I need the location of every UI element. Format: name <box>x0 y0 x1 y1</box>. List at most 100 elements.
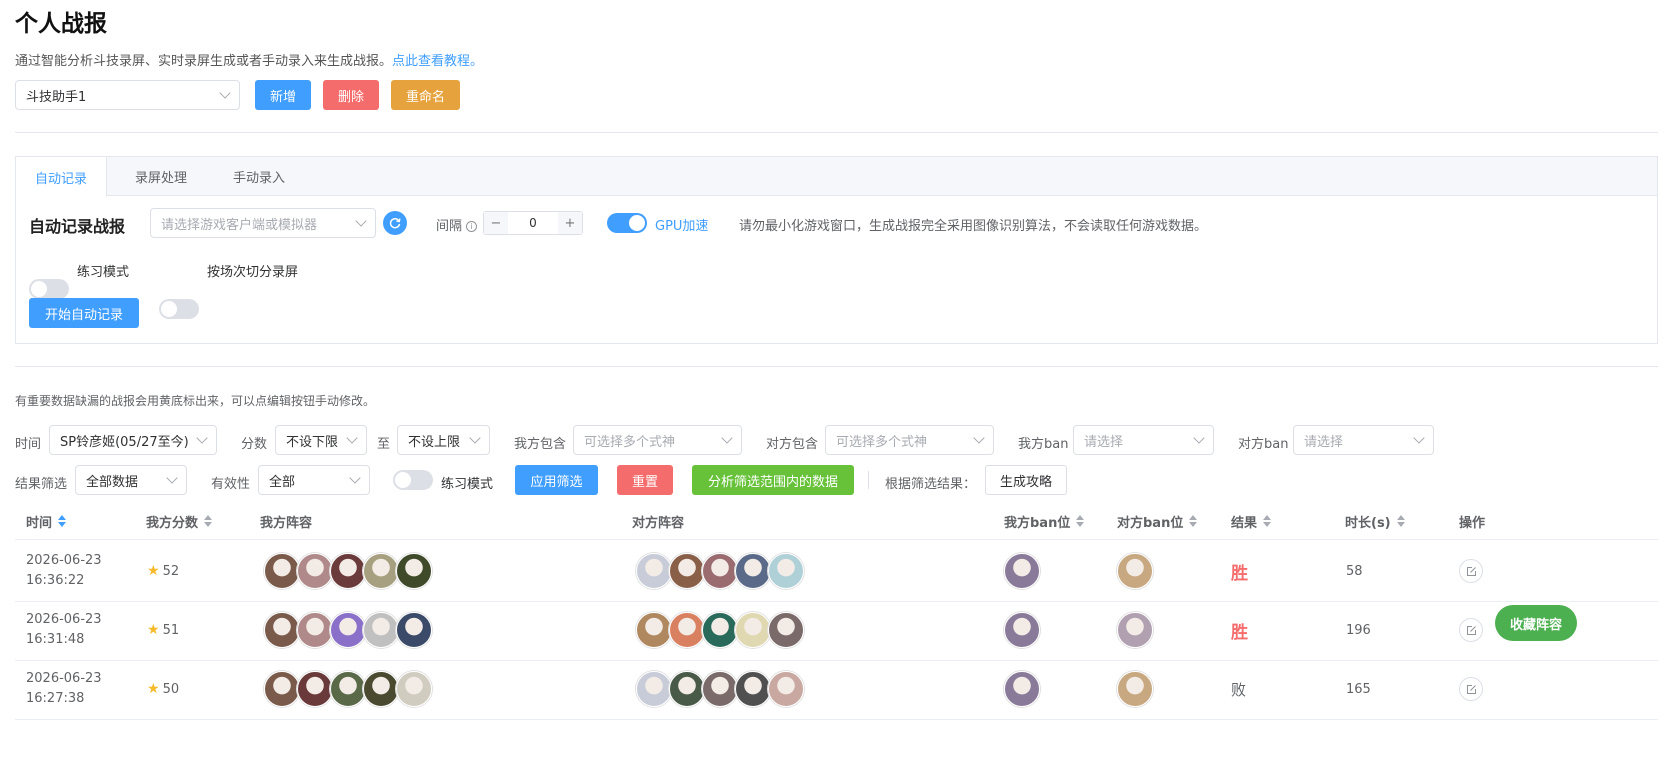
shikigami-avatar[interactable] <box>264 612 300 648</box>
shikigami-avatar[interactable] <box>396 671 432 707</box>
shikigami-avatar[interactable] <box>396 553 432 589</box>
edit-button[interactable] <box>1459 559 1483 583</box>
shikigami-avatar[interactable] <box>297 671 333 707</box>
row-duration: 58 <box>1346 563 1363 579</box>
ban-avatar[interactable] <box>1004 553 1040 589</box>
shikigami-avatar[interactable] <box>669 671 705 707</box>
profile-select[interactable]: 斗技助手1 <box>15 80 240 110</box>
to-label: 至 <box>377 437 391 452</box>
col-time[interactable]: 时间 <box>26 502 67 540</box>
filter-practice-toggle[interactable] <box>393 470 433 490</box>
table-row: 2026-06-23 16:36:22 ★ 52 胜 58 <box>15 540 1658 602</box>
practice-toggle[interactable] <box>29 279 69 299</box>
sort-icon <box>58 515 67 527</box>
record-card: 自动记录 录屏处理 手动录入 自动记录战报 请选择游戏客户端或模拟器 间隔 i … <box>15 156 1658 344</box>
ban-avatar[interactable] <box>1004 671 1040 707</box>
op-include-select[interactable]: 可选择多个式神 <box>825 425 994 455</box>
shikigami-avatar[interactable] <box>636 612 672 648</box>
chevron-down-icon <box>166 471 178 484</box>
shikigami-avatar[interactable] <box>330 671 366 707</box>
shikigami-avatar[interactable] <box>735 671 771 707</box>
col-result[interactable]: 结果 <box>1231 502 1272 540</box>
shikigami-avatar[interactable] <box>702 671 738 707</box>
shikigami-avatar[interactable] <box>636 671 672 707</box>
shikigami-avatar[interactable] <box>768 671 804 707</box>
sort-icon <box>204 515 213 527</box>
op-include-label: 对方包含 <box>766 437 819 452</box>
shikigami-avatar[interactable] <box>363 553 399 589</box>
increment-button[interactable]: + <box>558 212 582 234</box>
col-duration[interactable]: 时长(s) <box>1345 502 1405 540</box>
start-record-button[interactable]: 开始自动记录 <box>29 298 139 328</box>
validity-label: 有效性 <box>211 477 251 492</box>
tab-manual-entry[interactable]: 手动录入 <box>215 157 303 196</box>
table-row: 2026-06-23 16:31:48 ★ 51 胜 196 <box>15 599 1658 661</box>
delete-button[interactable]: 删除 <box>323 80 379 110</box>
col-result-label: 结果 <box>1231 515 1258 531</box>
sort-icon <box>1076 515 1085 527</box>
my-ban-select[interactable]: 请选择 <box>1073 425 1214 455</box>
shikigami-avatar[interactable] <box>669 612 705 648</box>
shikigami-avatar[interactable] <box>330 612 366 648</box>
edit-button[interactable] <box>1459 677 1483 701</box>
edit-button[interactable] <box>1459 618 1483 642</box>
refresh-button[interactable] <box>383 211 407 235</box>
gpu-toggle[interactable] <box>607 213 647 233</box>
split-toggle[interactable] <box>159 299 199 319</box>
ban-avatar[interactable] <box>1117 612 1153 648</box>
interval-value: 0 <box>529 216 537 230</box>
auto-record-title: 自动记录战报 <box>29 217 126 236</box>
validity-value: 全部 <box>269 474 296 490</box>
col-my-ban[interactable]: 我方ban位 <box>1004 502 1085 540</box>
info-icon: i <box>466 221 478 232</box>
ban-avatar[interactable] <box>1117 671 1153 707</box>
result-cell: 胜 <box>1231 540 1248 602</box>
favorite-lineup-button[interactable]: 收藏阵容 <box>1495 605 1577 641</box>
rename-button[interactable]: 重命名 <box>391 80 460 110</box>
time-select[interactable]: SP铃彦姬(05/27至今) <box>49 425 217 455</box>
my-include-select[interactable]: 可选择多个式神 <box>573 425 742 455</box>
client-select[interactable]: 请选择游戏客户端或模拟器 <box>150 208 376 238</box>
tab-bar: 自动记录 录屏处理 手动录入 <box>16 157 1657 197</box>
apply-filter-button[interactable]: 应用筛选 <box>515 465 598 495</box>
divider <box>15 132 1658 133</box>
col-op-ban[interactable]: 对方ban位 <box>1117 502 1198 540</box>
validity-select[interactable]: 全部 <box>258 465 370 495</box>
tab-video-process[interactable]: 录屏处理 <box>107 157 215 196</box>
shikigami-avatar[interactable] <box>702 612 738 648</box>
add-button[interactable]: 新增 <box>255 80 311 110</box>
chevron-down-icon <box>219 86 231 99</box>
result-filter-select[interactable]: 全部数据 <box>75 465 187 495</box>
shikigami-avatar[interactable] <box>297 553 333 589</box>
shikigami-avatar[interactable] <box>735 553 771 589</box>
shikigami-avatar[interactable] <box>636 553 672 589</box>
analyze-button[interactable]: 分析筛选范围内的数据 <box>692 465 854 495</box>
shikigami-avatar[interactable] <box>768 612 804 648</box>
tutorial-link[interactable]: 点此查看教程。 <box>392 54 483 69</box>
shikigami-avatar[interactable] <box>669 553 705 589</box>
shikigami-avatar[interactable] <box>330 553 366 589</box>
generate-guide-button[interactable]: 生成攻略 <box>985 465 1067 495</box>
ban-avatar[interactable] <box>1117 553 1153 589</box>
reset-button[interactable]: 重置 <box>617 465 673 495</box>
score-max-select[interactable]: 不设上限 <box>397 425 490 455</box>
shikigami-avatar[interactable] <box>264 671 300 707</box>
shikigami-avatar[interactable] <box>735 612 771 648</box>
shikigami-avatar[interactable] <box>768 553 804 589</box>
ban-avatar[interactable] <box>1004 612 1040 648</box>
shikigami-avatar[interactable] <box>264 553 300 589</box>
shikigami-avatar[interactable] <box>702 553 738 589</box>
col-my-score[interactable]: 我方分数 <box>146 502 213 540</box>
op-ban-select[interactable]: 请选择 <box>1293 425 1434 455</box>
shikigami-avatar[interactable] <box>297 612 333 648</box>
decrement-button[interactable]: − <box>484 212 508 234</box>
tab-auto-record[interactable]: 自动记录 <box>16 157 107 197</box>
shikigami-avatar[interactable] <box>363 612 399 648</box>
score-min-select[interactable]: 不设下限 <box>275 425 367 455</box>
row-result: 胜 <box>1231 622 1248 643</box>
shikigami-avatar[interactable] <box>396 612 432 648</box>
interval-stepper[interactable]: − 0 + <box>483 211 583 235</box>
chevron-down-icon <box>1193 431 1205 444</box>
chevron-down-icon <box>1413 431 1425 444</box>
shikigami-avatar[interactable] <box>363 671 399 707</box>
